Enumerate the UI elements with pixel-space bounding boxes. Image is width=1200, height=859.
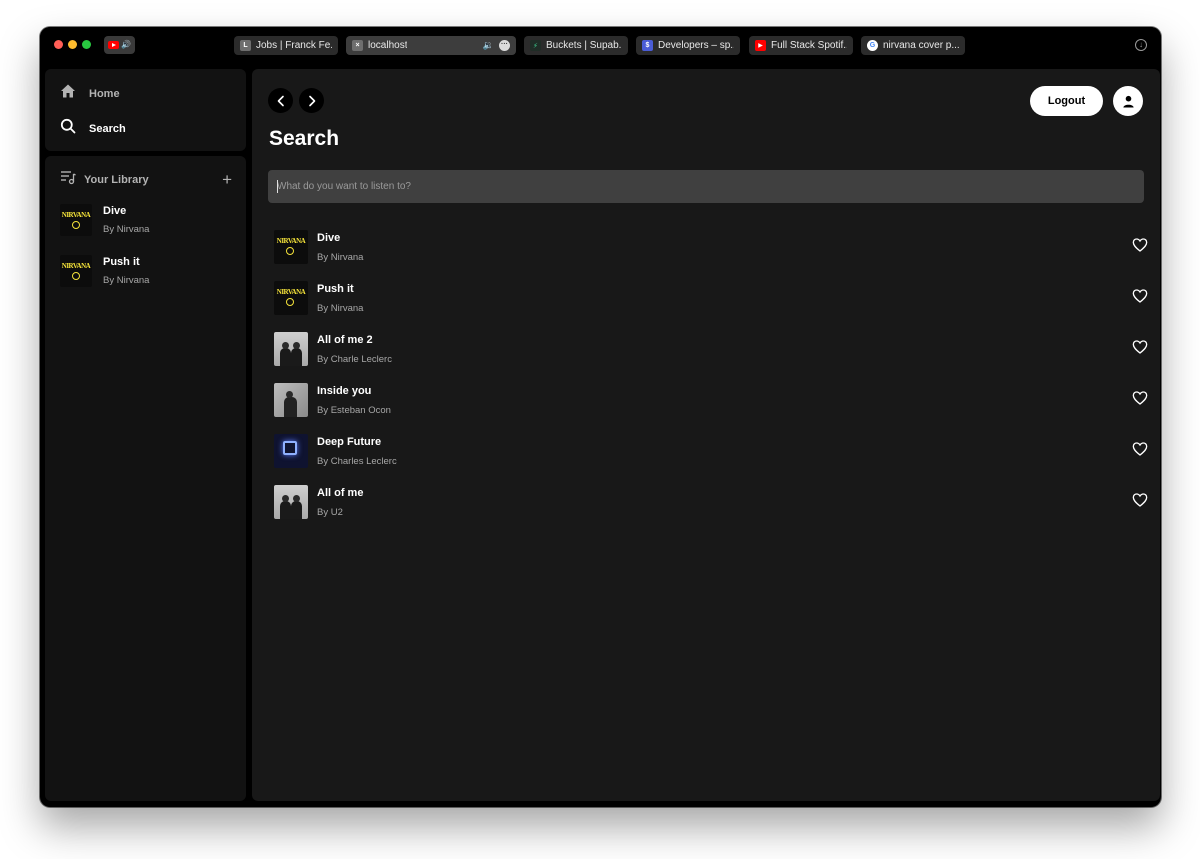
sidebar-item-label: Search	[89, 122, 126, 135]
tab-label: Jobs | Franck Fe...	[256, 40, 332, 51]
user-icon	[1122, 95, 1134, 108]
tab-youtube[interactable]: ▶ Full Stack Spotif...	[749, 36, 853, 55]
library-icon[interactable]	[60, 169, 76, 190]
chevron-left-icon	[277, 95, 284, 106]
tab-favicon-icon: G	[867, 40, 878, 51]
tab-favicon-icon: L	[240, 40, 251, 51]
song-title: Dive	[317, 231, 341, 244]
album-cover	[274, 383, 308, 417]
album-cover	[274, 434, 308, 468]
page-title: Search	[269, 127, 340, 150]
sidebar-item-label: Home	[89, 87, 120, 100]
tab-supabase[interactable]: ⚡ Buckets | Supab...	[524, 36, 628, 55]
back-button[interactable]	[268, 88, 293, 113]
add-icon[interactable]: +	[222, 171, 232, 188]
speaker-icon: 🔊	[121, 40, 131, 49]
library-title: Your Library	[84, 173, 149, 186]
heart-icon[interactable]	[1132, 288, 1148, 304]
song-artist: By Nirvana	[103, 224, 150, 235]
tab-label: Buckets | Supab...	[546, 40, 622, 51]
list-item[interactable]: NIRVANA Push it By Nirvana	[274, 278, 1148, 318]
song-title: Dive	[103, 205, 127, 217]
browser-window: 🔊 L Jobs | Franck Fe... × localhost 🔉 ··…	[40, 27, 1161, 807]
library-panel: Your Library + NIRVANA Dive By Nirvana N…	[45, 156, 246, 801]
library-header: Your Library +	[60, 169, 232, 190]
heart-icon[interactable]	[1132, 492, 1148, 508]
library-item[interactable]: NIRVANA Push it By Nirvana	[60, 255, 149, 287]
sidebar-nav: Home Search	[45, 69, 246, 151]
album-cover: NIRVANA	[274, 281, 308, 315]
song-artist: By Nirvana	[317, 302, 364, 314]
library-item[interactable]: NIRVANA Dive By Nirvana	[60, 204, 149, 236]
heart-icon[interactable]	[1132, 441, 1148, 457]
user-profile-button[interactable]	[1113, 86, 1143, 116]
browser-tab-bar: 🔊 L Jobs | Franck Fe... × localhost 🔉 ··…	[40, 27, 1161, 65]
song-title: All of me 2	[317, 333, 373, 346]
logout-button[interactable]: Logout	[1030, 86, 1103, 116]
album-cover: NIRVANA	[274, 230, 308, 264]
tab-google[interactable]: G nirvana cover p...	[861, 36, 965, 55]
heart-icon[interactable]	[1132, 237, 1148, 253]
tab-favicon-icon: ▶	[755, 40, 766, 51]
heart-icon[interactable]	[1132, 339, 1148, 355]
tab-localhost[interactable]: × localhost 🔉 ···	[346, 36, 516, 55]
more-options-icon[interactable]: ···	[499, 40, 510, 51]
audio-playing-icon[interactable]: 🔉	[483, 40, 494, 51]
heart-icon[interactable]	[1132, 390, 1148, 406]
tab-developers[interactable]: $ Developers – sp...	[636, 36, 740, 55]
text-caret	[277, 180, 278, 193]
song-artist: By U2	[317, 506, 343, 518]
album-cover: NIRVANA	[60, 204, 92, 236]
search-input[interactable]	[268, 170, 1144, 203]
search-icon	[60, 118, 76, 139]
list-item[interactable]: All of me 2 By Charle Leclerc	[274, 329, 1148, 369]
tab-label: Developers – sp...	[658, 40, 734, 51]
minimize-window-button[interactable]	[68, 40, 77, 49]
pinned-tab-youtube[interactable]: 🔊	[104, 36, 135, 54]
home-icon	[60, 83, 76, 104]
album-cover: NIRVANA	[60, 255, 92, 287]
song-title: Push it	[317, 282, 354, 295]
tab-label: nirvana cover p...	[883, 40, 959, 51]
forward-button[interactable]	[299, 88, 324, 113]
album-cover	[274, 485, 308, 519]
list-item[interactable]: NIRVANA Dive By Nirvana	[274, 227, 1148, 267]
song-title: Push it	[103, 256, 140, 268]
tab-label: Full Stack Spotif...	[771, 40, 847, 51]
song-artist: By Charle Leclerc	[317, 353, 392, 365]
list-item[interactable]: Inside you By Esteban Ocon	[274, 380, 1148, 420]
sidebar-item-home[interactable]: Home	[60, 83, 120, 104]
song-title: All of me	[317, 486, 364, 499]
tab-label: localhost	[368, 40, 408, 51]
song-title: Inside you	[317, 384, 372, 397]
close-window-button[interactable]	[54, 40, 63, 49]
main-content: Logout Search NIRVANA Dive By Nirvana NI…	[252, 69, 1160, 801]
sidebar-item-search[interactable]: Search	[60, 118, 126, 139]
album-cover	[274, 332, 308, 366]
download-icon[interactable]: ↓	[1135, 39, 1147, 51]
song-title: Deep Future	[317, 435, 382, 448]
song-artist: By Charles Leclerc	[317, 455, 397, 467]
tab-jobs[interactable]: L Jobs | Franck Fe...	[234, 36, 338, 55]
youtube-icon	[108, 41, 120, 49]
tab-favicon-icon: $	[642, 40, 653, 51]
maximize-window-button[interactable]	[82, 40, 91, 49]
song-artist: By Nirvana	[103, 275, 150, 286]
list-item[interactable]: All of me By U2	[274, 482, 1148, 522]
tab-favicon-icon: ×	[352, 40, 363, 51]
song-artist: By Esteban Ocon	[317, 404, 391, 416]
tab-favicon-icon: ⚡	[530, 40, 541, 51]
list-item[interactable]: Deep Future By Charles Leclerc	[274, 431, 1148, 471]
chevron-right-icon	[308, 95, 315, 106]
song-artist: By Nirvana	[317, 251, 364, 263]
